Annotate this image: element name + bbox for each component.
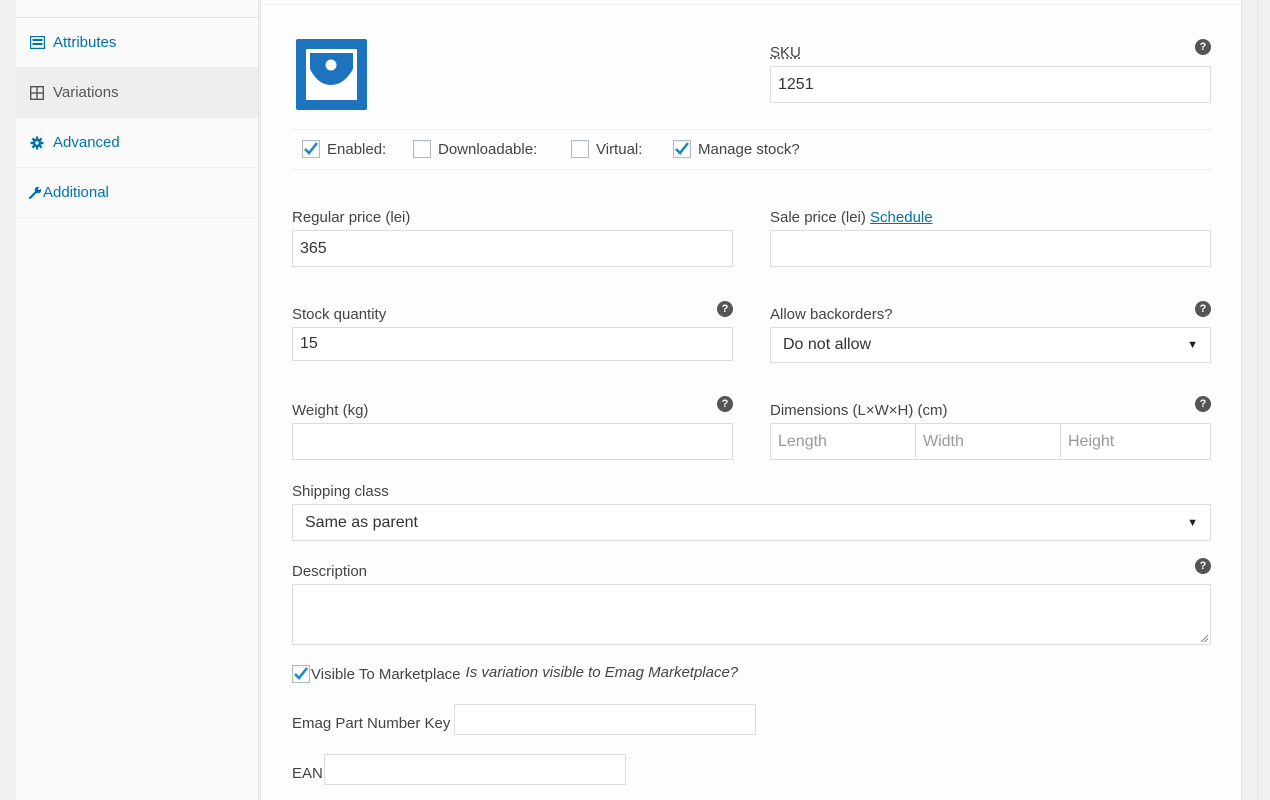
- variation-image-upload[interactable]: [296, 39, 367, 110]
- manage-stock-option: Manage stock?: [673, 140, 800, 158]
- list-icon: [28, 35, 46, 51]
- grid-icon: [28, 85, 46, 101]
- ean-label: EAN: [292, 765, 323, 782]
- backorders-select[interactable]: Do not allow ▼: [770, 327, 1211, 363]
- stock-quantity-help-icon[interactable]: ?: [717, 301, 733, 317]
- manage-stock-label: Manage stock?: [698, 140, 800, 158]
- weight-input[interactable]: [292, 423, 733, 460]
- schedule-link[interactable]: Schedule: [870, 209, 933, 226]
- sku-help-icon[interactable]: ?: [1195, 39, 1211, 55]
- dimensions-help-icon[interactable]: ?: [1195, 396, 1211, 412]
- sidebar-item-label: Advanced: [53, 134, 120, 151]
- resize-handle-icon[interactable]: [1200, 634, 1209, 643]
- emag-part-number-input[interactable]: [454, 704, 756, 735]
- sidebar-item-additional[interactable]: Additional: [16, 168, 258, 218]
- sidebar-item-label: Additional: [43, 184, 109, 201]
- shipping-class-select[interactable]: Same as parent ▼: [292, 504, 1211, 541]
- backorders-label: Allow backorders?: [770, 306, 893, 323]
- ean-input[interactable]: [324, 754, 626, 785]
- panel-top-border: [261, 0, 1243, 5]
- sale-price-input[interactable]: [770, 230, 1211, 267]
- sku-input[interactable]: 1251: [770, 66, 1211, 103]
- sku-label: SKU: [770, 44, 801, 61]
- enabled-option: Enabled:: [302, 140, 386, 158]
- regular-price-label: Regular price (lei): [292, 209, 411, 226]
- visible-marketplace-row: Visible To Marketplace Is variation visi…: [292, 663, 739, 683]
- sale-price-label-row: Sale price (lei) Schedule: [770, 209, 933, 226]
- description-help-icon[interactable]: ?: [1195, 558, 1211, 574]
- downloadable-label: Downloadable:: [438, 140, 538, 158]
- sale-price-label: Sale price (lei): [770, 209, 866, 226]
- options-top-divider: [292, 129, 1211, 130]
- emag-part-number-label: Emag Part Number Key: [292, 715, 451, 732]
- stock-quantity-input[interactable]: 15: [292, 327, 733, 361]
- sidebar-top-spacer: [16, 0, 258, 18]
- enabled-label: Enabled:: [327, 140, 387, 158]
- sidebar-item-variations[interactable]: Variations: [16, 68, 258, 118]
- visible-marketplace-hint: Is variation visible to Emag Marketplace…: [465, 663, 739, 681]
- downloadable-checkbox[interactable]: [413, 140, 431, 158]
- sidebar-item-label: Attributes: [53, 34, 117, 51]
- options-bottom-divider: [292, 169, 1211, 170]
- sidebar-item-advanced[interactable]: Advanced: [16, 118, 258, 168]
- gear-icon: [28, 135, 46, 151]
- stock-quantity-label: Stock quantity: [292, 306, 387, 323]
- image-placeholder-icon: [306, 49, 357, 100]
- weight-label: Weight (kg): [292, 402, 369, 419]
- shipping-class-label: Shipping class: [292, 483, 389, 500]
- dimensions-label: Dimensions (L×W×H) (cm): [770, 402, 948, 419]
- width-input[interactable]: Width: [915, 423, 1061, 460]
- enabled-checkbox[interactable]: [302, 140, 320, 158]
- wrench-icon: [28, 185, 42, 201]
- virtual-checkbox[interactable]: [571, 140, 589, 158]
- sidebar-item-label: Variations: [53, 84, 119, 101]
- visible-marketplace-label: Visible To Marketplace: [311, 665, 461, 683]
- variation-panel: SKU ? 1251 Enabled: Downloadable: Virtua…: [260, 0, 1243, 800]
- downloadable-option: Downloadable:: [413, 140, 537, 158]
- backorders-help-icon[interactable]: ?: [1195, 301, 1211, 317]
- chevron-down-icon: ▼: [1187, 516, 1198, 529]
- description-label: Description: [292, 563, 368, 580]
- length-input[interactable]: Length: [770, 423, 916, 460]
- sidebar-item-attributes[interactable]: Attributes: [16, 18, 258, 68]
- virtual-option: Virtual:: [571, 140, 642, 158]
- backorders-selected-value: Do not allow: [783, 336, 872, 353]
- product-data-tabs: Attributes Variations Advanced Additiona…: [16, 0, 259, 800]
- weight-help-icon[interactable]: ?: [717, 396, 733, 412]
- manage-stock-checkbox[interactable]: [673, 140, 691, 158]
- right-edge-strip: [1257, 0, 1270, 800]
- regular-price-input[interactable]: 365: [292, 230, 733, 267]
- visible-marketplace-checkbox[interactable]: [292, 665, 310, 683]
- shipping-class-selected-value: Same as parent: [305, 513, 418, 531]
- height-input[interactable]: Height: [1060, 423, 1211, 460]
- chevron-down-icon: ▼: [1187, 339, 1198, 351]
- virtual-label: Virtual:: [596, 140, 643, 158]
- description-textarea[interactable]: [292, 584, 1211, 645]
